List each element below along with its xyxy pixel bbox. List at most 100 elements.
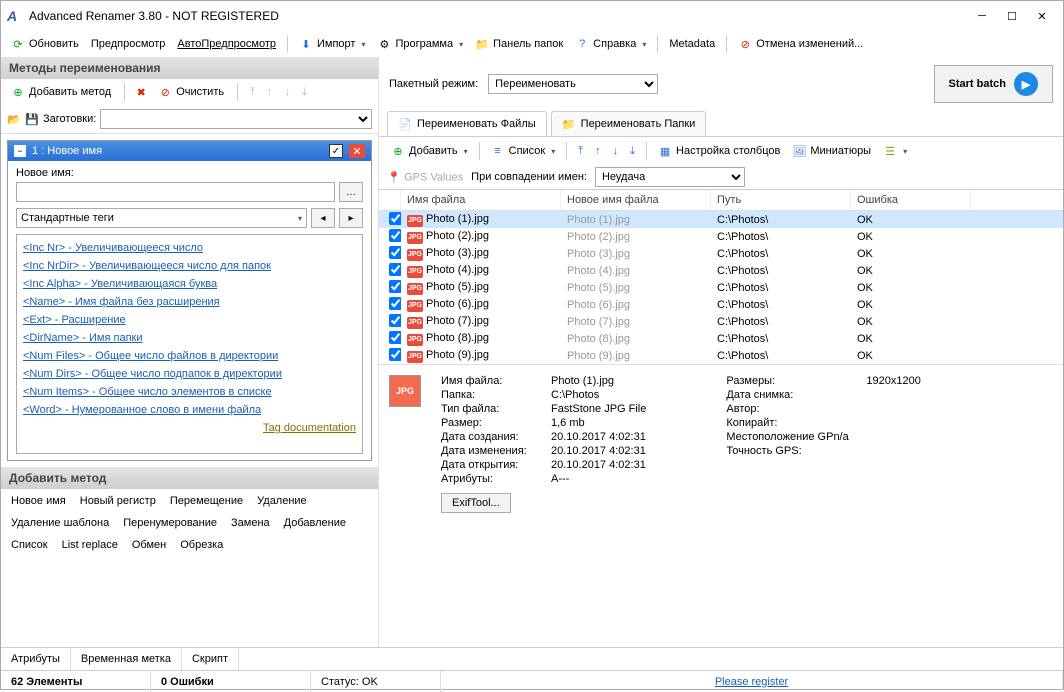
table-row[interactable]: JPGPhoto (1).jpg Photo (1).jpg C:\Photos… — [379, 211, 1063, 228]
tab-rename-files[interactable]: 📄Переименовать Файлы — [387, 111, 547, 136]
row-checkbox[interactable] — [389, 212, 401, 225]
tag-link[interactable]: <Num Dirs> - Общее число подпапок в дире… — [21, 365, 358, 383]
add-method-button[interactable]: ⊕Добавить метод — [7, 83, 115, 101]
columns-button[interactable]: ▦Настройка столбцов — [654, 142, 784, 160]
bottom-tab[interactable]: Временная метка — [71, 648, 182, 670]
col-newname[interactable]: Новое имя файла — [561, 190, 711, 210]
add-method-item[interactable]: Замена — [231, 517, 270, 529]
import-button[interactable]: ⬇Импорт▾ — [295, 35, 369, 53]
add-method-item[interactable]: Перемещение — [170, 495, 243, 507]
list-icon: ≡ — [491, 144, 505, 158]
move-up-button[interactable]: ↑ — [264, 86, 276, 98]
table-row[interactable]: JPGPhoto (8).jpg Photo (8).jpg C:\Photos… — [379, 330, 1063, 347]
move-bottom-button[interactable]: ⤓ — [299, 86, 310, 99]
table-row[interactable]: JPGPhoto (3).jpg Photo (3).jpg C:\Photos… — [379, 245, 1063, 262]
maximize-button[interactable]: ☐ — [997, 6, 1027, 26]
tag-link[interactable]: <Num Files> - Общее число файлов в дирек… — [21, 347, 358, 365]
tag-link[interactable]: <Ext> - Расширение — [21, 311, 358, 329]
row-checkbox[interactable] — [389, 297, 401, 310]
row-checkbox[interactable] — [389, 246, 401, 259]
move-top-button[interactable]: ⤒ — [574, 145, 587, 158]
tag-link[interactable]: <Inc NrDir> - Увеличивающееся число для … — [21, 257, 358, 275]
bottom-tab[interactable]: Атрибуты — [1, 648, 71, 670]
preview-button[interactable]: Предпросмотр — [87, 36, 170, 52]
move-up-button[interactable]: ↑ — [591, 145, 605, 157]
folder-panel-button[interactable]: 📁Панель папок — [471, 35, 567, 53]
row-checkbox[interactable] — [389, 263, 401, 276]
collapse-icon[interactable]: − — [14, 145, 26, 157]
add-method-item[interactable]: Список — [11, 539, 48, 551]
col-error[interactable]: Ошибка — [851, 190, 971, 210]
move-top-button[interactable]: ⤒ — [247, 86, 258, 99]
row-checkbox[interactable] — [389, 348, 401, 361]
table-row[interactable]: JPGPhoto (5).jpg Photo (5).jpg C:\Photos… — [379, 279, 1063, 296]
tag-documentation-link[interactable]: Tag documentation — [21, 419, 358, 437]
tag-link[interactable]: <Inc Alpha> - Увеличивающаяся буква — [21, 275, 358, 293]
start-batch-button[interactable]: Start batch ▶ — [934, 65, 1053, 103]
help-button[interactable]: ?Справка▾ — [571, 35, 650, 53]
name-collision-select[interactable]: Неудача — [595, 167, 745, 187]
table-row[interactable]: JPGPhoto (4).jpg Photo (4).jpg C:\Photos… — [379, 262, 1063, 279]
move-down-button[interactable]: ↓ — [609, 145, 623, 157]
row-checkbox[interactable] — [389, 229, 401, 242]
batch-mode-select[interactable]: Переименовать — [488, 74, 658, 94]
undo-button[interactable]: ⊘Отмена изменений... — [734, 35, 867, 53]
metadata-button[interactable]: Metadata — [665, 36, 719, 52]
list-button[interactable]: ≡Список▾ — [487, 142, 560, 160]
folder-open-icon[interactable]: 📂 — [7, 112, 21, 126]
import-label: Импорт — [317, 38, 355, 50]
minimize-button[interactable]: ─ — [967, 6, 997, 26]
input-menu-button[interactable]: … — [339, 182, 363, 202]
table-row[interactable]: JPGPhoto (9).jpg Photo (9).jpg C:\Photos… — [379, 347, 1063, 364]
tag-link[interactable]: <Num Items> - Общее число элементов в сп… — [21, 383, 358, 401]
add-method-item[interactable]: Новое имя — [11, 495, 66, 507]
add-method-item[interactable]: Обмен — [132, 539, 166, 551]
move-bottom-button[interactable]: ⤓ — [626, 145, 639, 158]
table-row[interactable]: JPGPhoto (7).jpg Photo (7).jpg C:\Photos… — [379, 313, 1063, 330]
add-method-item[interactable]: Удаление — [257, 495, 307, 507]
tag-link[interactable]: <Name> - Имя файла без расширения — [21, 293, 358, 311]
row-checkbox[interactable] — [389, 331, 401, 344]
add-method-item[interactable]: Удаление шаблона — [11, 517, 109, 529]
program-button[interactable]: ⚙Программа▾ — [373, 35, 467, 53]
register-link[interactable]: Please register — [715, 676, 788, 688]
add-method-item[interactable]: Перенумерование — [123, 517, 217, 529]
next-button[interactable]: ▸ — [339, 208, 363, 228]
view-mode-button[interactable]: ☰▾ — [879, 142, 911, 160]
bottom-tab[interactable]: Скрипт — [182, 648, 239, 670]
add-method-item[interactable]: List replace — [62, 539, 118, 551]
tag-link[interactable]: <Inc Nr> - Увеличивающееся число — [21, 239, 358, 257]
new-name-input[interactable] — [16, 182, 335, 202]
move-down-button[interactable]: ↓ — [281, 86, 293, 98]
row-checkbox[interactable] — [389, 280, 401, 293]
table-row[interactable]: JPGPhoto (6).jpg Photo (6).jpg C:\Photos… — [379, 296, 1063, 313]
presets-select[interactable] — [100, 109, 372, 129]
col-filename[interactable]: Имя файла — [401, 190, 561, 210]
table-body[interactable]: JPGPhoto (1).jpg Photo (1).jpg C:\Photos… — [379, 211, 1063, 364]
col-path[interactable]: Путь — [711, 190, 851, 210]
method-header[interactable]: − 1 : Новое имя ✓ ✕ — [8, 141, 371, 161]
add-file-button[interactable]: ⊕Добавить▾ — [387, 142, 472, 160]
method-close-button[interactable]: ✕ — [349, 144, 365, 158]
method-enabled-checkbox[interactable]: ✓ — [329, 144, 343, 158]
tag-link[interactable]: <Word> - Нумерованное слово в имени файл… — [21, 401, 358, 419]
add-method-item[interactable]: Добавление — [284, 517, 346, 529]
auto-preview-button[interactable]: АвтоПредпросмотр — [173, 36, 280, 52]
add-method-item[interactable]: Новый регистр — [80, 495, 156, 507]
close-button[interactable]: ✕ — [1027, 6, 1057, 26]
prev-button[interactable]: ◂ — [311, 208, 335, 228]
exiftool-button[interactable]: ExifTool... — [441, 493, 511, 513]
refresh-button[interactable]: ⟳Обновить — [7, 35, 83, 53]
add-method-item[interactable]: Обрезка — [180, 539, 223, 551]
thumbnails-button[interactable]: 🖼Миниатюры — [788, 142, 875, 160]
table-row[interactable]: JPGPhoto (2).jpg Photo (2).jpg C:\Photos… — [379, 228, 1063, 245]
delete-icon[interactable]: ✖ — [134, 85, 148, 99]
clear-button[interactable]: ⊘Очистить — [154, 83, 228, 101]
row-checkbox[interactable] — [389, 314, 401, 327]
tab-rename-folders[interactable]: 📁Переименовать Папки — [551, 111, 707, 136]
tag-group-select[interactable]: Стандартные теги▾ — [16, 208, 307, 228]
save-icon[interactable]: 💾 — [25, 112, 39, 126]
tags-list[interactable]: <Inc Nr> - Увеличивающееся число<Inc NrD… — [16, 234, 363, 454]
tag-link[interactable]: <DirName> - Имя папки — [21, 329, 358, 347]
separator — [237, 83, 238, 101]
